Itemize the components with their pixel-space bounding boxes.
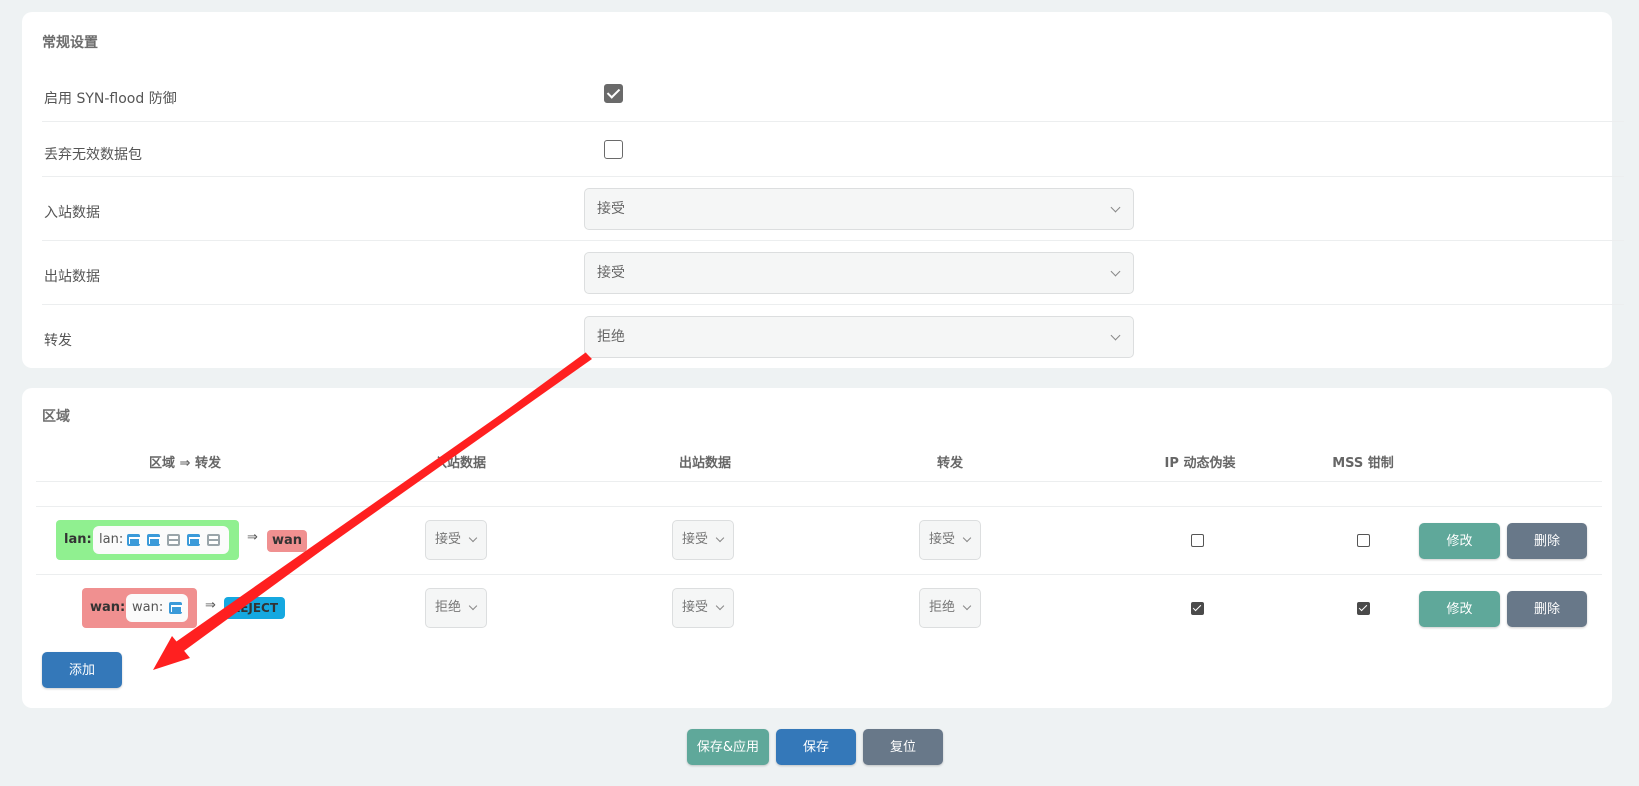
edit-button[interactable]: 修改 <box>1419 591 1500 627</box>
network-icon <box>147 534 160 546</box>
delete-button[interactable]: 删除 <box>1507 523 1587 559</box>
zone-networks: lan: <box>93 526 229 554</box>
wan-icon <box>169 602 182 614</box>
save-button[interactable]: 保存 <box>776 729 856 765</box>
divider <box>36 574 1602 575</box>
zone-forward-value: 拒绝 <box>929 600 956 615</box>
chevron-down-icon <box>468 533 478 543</box>
syn-flood-label: 启用 SYN-flood 防御 <box>44 91 177 107</box>
forward-arrow-icon: ⇒ <box>205 598 216 613</box>
column-zone-forward: 区域 ⇒ 转发 <box>149 456 221 471</box>
masquerading-checkbox[interactable] <box>1191 534 1204 547</box>
input-policy-select[interactable]: 接受 <box>584 188 1134 230</box>
server-icon <box>207 534 220 546</box>
network-icon <box>187 534 200 546</box>
edit-button[interactable]: 修改 <box>1419 523 1500 559</box>
forward-policy-row: 转发 拒绝 <box>42 305 1624 369</box>
zone-output-select[interactable]: 接受 <box>672 520 734 560</box>
server-icon <box>167 534 180 546</box>
mss-clamping-checkbox[interactable] <box>1357 602 1370 615</box>
chevron-down-icon <box>962 601 972 611</box>
input-policy-row: 入站数据 接受 <box>42 177 1624 241</box>
masquerading-checkbox[interactable] <box>1191 602 1204 615</box>
zone-networks: wan: <box>126 594 188 622</box>
section-title: 常规设置 <box>42 35 98 51</box>
zone-output-select[interactable]: 接受 <box>672 588 734 628</box>
input-policy-value: 接受 <box>597 201 625 217</box>
forward-arrow-icon: ⇒ <box>247 530 258 545</box>
zone-output-value: 接受 <box>682 600 709 615</box>
network-icon <box>127 534 140 546</box>
zone-badge-wan[interactable]: wan: wan: <box>82 588 197 628</box>
column-forward: 转发 <box>936 456 963 471</box>
forward-policy-label: 转发 <box>44 333 72 349</box>
output-policy-value: 接受 <box>597 265 625 281</box>
drop-invalid-row: 丢弃无效数据包 <box>42 122 1624 177</box>
column-mss-clamping: MSS 钳制 <box>1332 456 1394 471</box>
add-zone-button[interactable]: 添加 <box>42 652 122 688</box>
network-label: wan: <box>132 600 164 615</box>
mss-clamping-checkbox[interactable] <box>1357 534 1370 547</box>
output-policy-select[interactable]: 接受 <box>584 252 1134 294</box>
column-input: 入站数据 <box>433 456 486 471</box>
output-policy-row: 出站数据 接受 <box>42 241 1624 305</box>
zone-name: wan: <box>90 600 126 615</box>
chevron-down-icon <box>715 533 725 543</box>
forward-target-badge: REJECT <box>224 597 285 619</box>
zone-badge-lan[interactable]: lan: lan: <box>56 520 239 560</box>
zone-forward-select[interactable]: 拒绝 <box>919 588 981 628</box>
output-policy-label: 出站数据 <box>44 269 100 285</box>
zone-input-value: 接受 <box>435 532 462 547</box>
chevron-down-icon <box>1110 266 1121 277</box>
delete-button[interactable]: 删除 <box>1507 591 1587 627</box>
section-title: 区域 <box>42 409 70 425</box>
zone-input-value: 拒绝 <box>435 600 462 615</box>
divider <box>36 506 1602 507</box>
save-apply-button[interactable]: 保存&应用 <box>687 729 769 765</box>
drop-invalid-label: 丢弃无效数据包 <box>44 147 142 163</box>
chevron-down-icon <box>1110 202 1121 213</box>
chevron-down-icon <box>962 533 972 543</box>
zone-name: lan: <box>64 532 92 547</box>
forward-target-badge: wan <box>267 530 307 552</box>
syn-flood-checkbox[interactable] <box>604 84 623 103</box>
zone-forward-value: 接受 <box>929 532 956 547</box>
chevron-down-icon <box>1110 330 1121 341</box>
forward-policy-select[interactable]: 拒绝 <box>584 316 1134 358</box>
zone-input-select[interactable]: 接受 <box>425 520 487 560</box>
zone-output-value: 接受 <box>682 532 709 547</box>
column-masquerading: IP 动态伪装 <box>1164 456 1236 471</box>
column-output: 出站数据 <box>678 456 731 471</box>
chevron-down-icon <box>468 601 478 611</box>
zones-section: 区域 <box>22 388 1612 708</box>
general-settings-section: 常规设置 启用 SYN-flood 防御 丢弃无效数据包 入站数据 接受 出站数… <box>22 12 1624 368</box>
drop-invalid-checkbox[interactable] <box>604 140 623 159</box>
zone-input-select[interactable]: 拒绝 <box>425 588 487 628</box>
divider <box>36 481 1602 482</box>
syn-flood-row: 启用 SYN-flood 防御 <box>42 60 1624 122</box>
forward-policy-value: 拒绝 <box>597 329 625 345</box>
input-policy-label: 入站数据 <box>44 205 100 221</box>
zone-forward-select[interactable]: 接受 <box>919 520 981 560</box>
chevron-down-icon <box>715 601 725 611</box>
network-label: lan: <box>99 532 124 547</box>
reset-button[interactable]: 复位 <box>863 729 943 765</box>
